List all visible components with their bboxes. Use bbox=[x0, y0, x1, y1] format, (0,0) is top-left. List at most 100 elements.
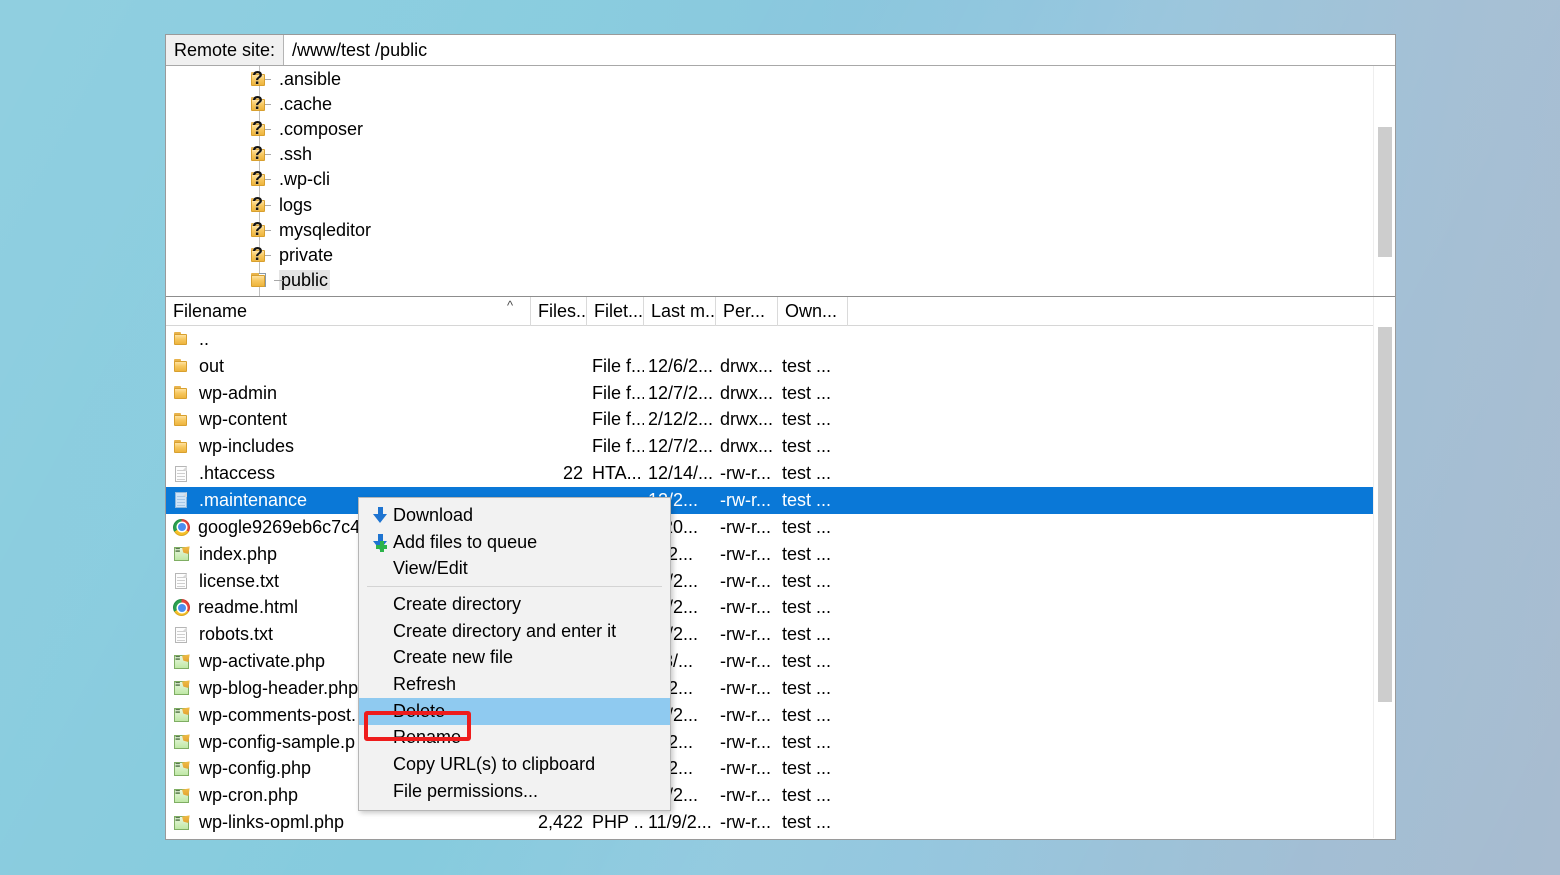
tree-item-mysqleditor[interactable]: ? mysqleditor bbox=[166, 217, 1373, 242]
table-row[interactable]: ≡ wp-links-opml.php 2,422 PHP ... 11/9/2... -… bbox=[166, 809, 1373, 836]
menu-item-rename[interactable]: Rename bbox=[359, 725, 670, 752]
file-name-label: license.txt bbox=[199, 570, 280, 591]
filezilla-remote-panel: Remote site: /www/test /public ? .ansible… bbox=[165, 34, 1396, 840]
folder-icon bbox=[173, 411, 191, 429]
menu-item-icon-spacer bbox=[365, 559, 393, 579]
table-row[interactable]: ≡ wp-comments-post. 24/2... -rw-r... test ..… bbox=[166, 702, 1373, 729]
column-header-name[interactable]: Filename bbox=[166, 297, 531, 326]
table-row[interactable]: ≡wp-config-sample.p/9/2...-rw-r...test .… bbox=[166, 729, 1373, 756]
php-file-icon: ≡ bbox=[173, 653, 191, 671]
file-name-label: wp-cron.php bbox=[199, 785, 299, 806]
menu-item-add-files-to-queue[interactable]: Add files to queue bbox=[359, 529, 670, 556]
php-file-icon: ≡ bbox=[173, 814, 191, 832]
table-row[interactable]: google9269eb6c7c4 4/20... -rw-r... test ... bbox=[166, 514, 1373, 541]
tree-vertical-scrollbar[interactable] bbox=[1373, 66, 1395, 296]
table-row[interactable]: ≡wp-config.php/9/2...-rw-r...test ... bbox=[166, 756, 1373, 783]
tree-item-dot-composer[interactable]: ? .composer bbox=[166, 116, 1373, 141]
file-type-cell: File f... bbox=[592, 382, 644, 403]
column-header-perm[interactable]: Per... bbox=[716, 297, 778, 326]
menu-item-icon-spacer bbox=[365, 755, 393, 775]
menu-item-label: Create new file bbox=[393, 647, 514, 668]
unknown-folder-icon: ? bbox=[251, 169, 270, 187]
menu-item-create-new-file[interactable]: Create new file bbox=[359, 644, 670, 671]
file-list-scrollbar-thumb[interactable] bbox=[1378, 327, 1392, 702]
file-name-cell: .htaccess bbox=[166, 463, 531, 484]
file-type-cell: HTA... bbox=[592, 463, 642, 484]
menu-item-download[interactable]: Download bbox=[359, 502, 670, 529]
table-row[interactable]: wp-includes File f... 12/7/2... drwx... test… bbox=[166, 433, 1373, 460]
file-name-label: .maintenance bbox=[199, 489, 308, 510]
menu-separator bbox=[367, 586, 662, 588]
last-modified-cell: 2/12/2... bbox=[648, 409, 714, 430]
table-row[interactable]: wp-admin File f... 12/7/2... drwx... test ..… bbox=[166, 380, 1373, 407]
document-icon bbox=[173, 626, 191, 644]
file-type-cell: File f... bbox=[592, 409, 644, 430]
chrome-browser-icon bbox=[173, 518, 190, 536]
column-header-size[interactable]: Files... bbox=[531, 297, 587, 326]
tree-item-public[interactable]: public bbox=[166, 268, 1373, 293]
table-row[interactable]: ≡index.php/9/2...-rw-r...test ... bbox=[166, 541, 1373, 568]
menu-item-icon-spacer bbox=[365, 728, 393, 748]
table-row[interactable]: license.txt 10/2... -rw-r... test ... bbox=[166, 568, 1373, 595]
tree-item-dot-ssh[interactable]: ? .ssh bbox=[166, 142, 1373, 167]
table-row[interactable]: ≡wp-activate.php/13/...-rw-r...test ... bbox=[166, 648, 1373, 675]
menu-item-file-permissions[interactable]: File permissions... bbox=[359, 778, 670, 805]
menu-item-create-directory[interactable]: Create directory bbox=[359, 591, 670, 618]
tree-item-label: .ssh bbox=[279, 144, 313, 165]
table-row[interactable]: readme.html 10/2... -rw-r... test ... bbox=[166, 594, 1373, 621]
file-list-vertical-scrollbar[interactable] bbox=[1373, 297, 1395, 838]
tree-item-dot-ansible[interactable]: ? .ansible bbox=[166, 66, 1373, 91]
menu-item-create-directory-and-enter-it[interactable]: Create directory and enter it bbox=[359, 618, 670, 645]
last-modified-cell: 12/14/... bbox=[648, 463, 714, 484]
table-row[interactable]: out File f... 12/6/2... drwx... test ... bbox=[166, 353, 1373, 380]
tree-scrollbar-thumb[interactable] bbox=[1378, 127, 1392, 257]
column-header-mod[interactable]: Last m... bbox=[644, 297, 716, 326]
unknown-folder-icon: ? bbox=[251, 218, 270, 239]
permissions-cell: -rw-r... bbox=[720, 489, 771, 510]
remote-file-list[interactable]: ^ Filename Files... Filet... Last m... Per..… bbox=[166, 297, 1395, 838]
tree-item-private[interactable]: ? private bbox=[166, 242, 1373, 267]
table-row[interactable]: ≡ wp-cron.php 25/2... -rw-r... test ... bbox=[166, 782, 1373, 809]
unknown-folder-icon: ? bbox=[251, 195, 270, 213]
php-file-icon: ≡ bbox=[173, 679, 191, 697]
column-header-own[interactable]: Own... bbox=[778, 297, 848, 326]
column-header-type[interactable]: Filet... bbox=[587, 297, 644, 326]
table-row[interactable]: wp-content File f... 2/12/2... drwx... test … bbox=[166, 407, 1373, 434]
menu-item-view-edit[interactable]: View/Edit bbox=[359, 555, 670, 582]
owner-cell: test ... bbox=[782, 543, 832, 564]
file-context-menu[interactable]: Download Add files to queue View/Edit Creat… bbox=[358, 497, 671, 811]
file-name-label: .. bbox=[199, 328, 210, 349]
table-row[interactable]: .. bbox=[166, 326, 1373, 353]
permissions-cell: -rw-r... bbox=[720, 463, 771, 484]
menu-item-icon-spacer bbox=[365, 648, 393, 668]
file-name-label: wp-comments-post. bbox=[199, 704, 357, 725]
owner-cell: test ... bbox=[782, 436, 832, 457]
owner-cell: test ... bbox=[782, 597, 832, 618]
menu-item-delete[interactable]: Delete bbox=[359, 697, 670, 725]
menu-item-label: Add files to queue bbox=[393, 531, 538, 552]
file-name-label: readme.html bbox=[198, 597, 299, 618]
document-icon bbox=[173, 572, 191, 590]
table-row[interactable]: robots.txt 23/2... -rw-r... test ... bbox=[166, 621, 1373, 648]
question-mark-icon: ? bbox=[252, 218, 263, 239]
permissions-cell: -rw-r... bbox=[720, 812, 771, 833]
menu-item-refresh[interactable]: Refresh bbox=[359, 671, 670, 698]
remote-directory-tree[interactable]: ? .ansible? .cache? .composer? .ssh? .wp-cli?… bbox=[166, 66, 1395, 297]
permissions-cell: drwx... bbox=[720, 436, 774, 457]
table-row[interactable]: .htaccess 22 HTA... 12/14/... -rw-r... test .… bbox=[166, 460, 1373, 487]
document-icon-blue bbox=[173, 491, 191, 509]
tree-item-logs[interactable]: ? logs bbox=[166, 192, 1373, 217]
table-row[interactable]: .maintenance 12/2... -rw-r... test ... bbox=[166, 487, 1373, 514]
download-arrow-icon bbox=[365, 505, 393, 525]
tree-item-dot-wp-cli[interactable]: ? .wp-cli bbox=[166, 167, 1373, 192]
tree-item-dot-cache[interactable]: ? .cache bbox=[166, 91, 1373, 116]
permissions-cell: -rw-r... bbox=[720, 570, 771, 591]
remote-site-path-input[interactable]: /www/test /public bbox=[284, 35, 1395, 65]
table-row[interactable]: ≡wp-blog-header.php/9/2...-rw-r...test .… bbox=[166, 675, 1373, 702]
file-list-header: ^ Filename Files... Filet... Last m... Per..… bbox=[166, 297, 1373, 326]
owner-cell: test ... bbox=[782, 489, 832, 510]
menu-item-copy-url-s-to-clipboard[interactable]: Copy URL(s) to clipboard bbox=[359, 751, 670, 778]
menu-item-icon-spacer bbox=[365, 781, 393, 801]
file-name-label: wp-links-opml.php bbox=[199, 812, 345, 833]
unknown-folder-icon: ? bbox=[251, 69, 270, 87]
